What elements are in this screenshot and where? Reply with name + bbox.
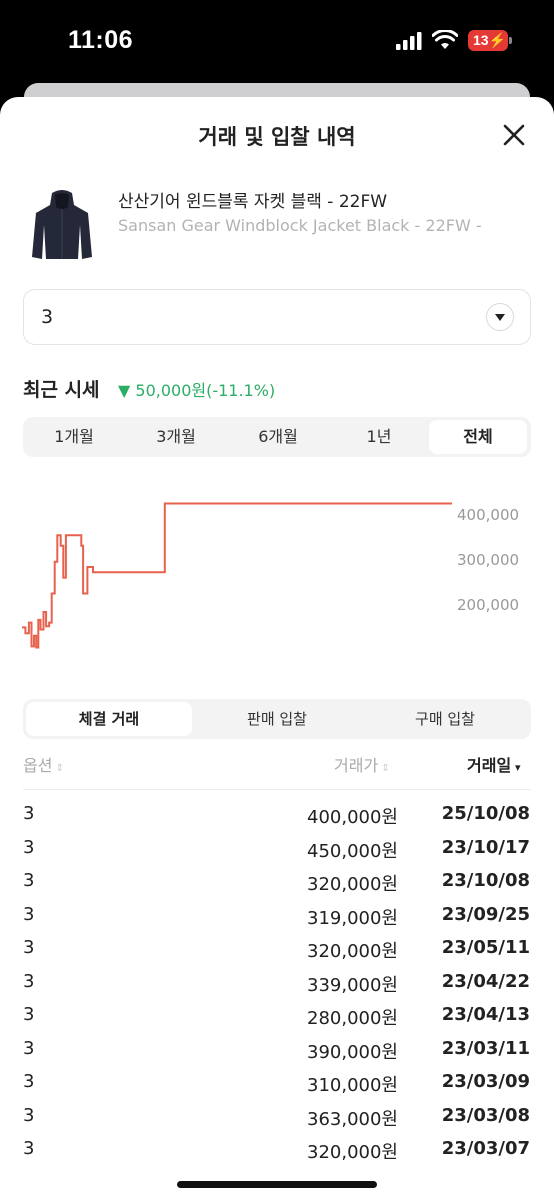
row-price: 280,000원	[307, 1008, 398, 1029]
price-chart: 400,000 300,000 200,000	[22, 502, 519, 649]
row-date: 23/03/11	[441, 1037, 530, 1059]
row-price: 390,000원	[307, 1041, 398, 1063]
y-tick-label: 200,000	[457, 596, 519, 614]
tab-concluded-trades[interactable]: 체결 거래	[26, 702, 192, 736]
period-tab-1m[interactable]: 1개월	[23, 417, 125, 457]
row-price: 450,000원	[307, 840, 398, 862]
row-option: 3	[23, 1071, 35, 1092]
row-date: 23/03/08	[441, 1104, 530, 1126]
row-price: 400,000원	[307, 807, 398, 828]
row-date: 23/03/09	[441, 1071, 530, 1092]
row-price: 363,000원	[307, 1108, 398, 1130]
sheet-title: 거래 및 입찰 내역	[198, 125, 356, 149]
row-price: 319,000원	[307, 907, 398, 929]
sort-desc-icon: ▾	[511, 761, 521, 774]
period-tab-1y[interactable]: 1년	[329, 417, 429, 457]
table-row: 3 339,000원 23/04/22	[0, 965, 554, 999]
row-date: 23/03/07	[441, 1138, 530, 1159]
row-option: 3	[23, 870, 35, 891]
row-date: 23/10/17	[441, 836, 530, 858]
row-date: 23/04/22	[441, 970, 530, 992]
recent-price-change: ▼ 50,000원(-11.1%)	[118, 381, 276, 400]
row-date: 23/09/25	[441, 903, 530, 925]
column-header-date[interactable]: 거래일 ▾	[467, 752, 521, 776]
cellular-signal-icon	[396, 32, 422, 50]
table-row: 3 319,000원 23/09/25	[0, 898, 554, 932]
table-row: 3 390,000원 23/03/11	[0, 1032, 554, 1066]
row-price: 320,000원	[307, 874, 398, 895]
y-tick-label: 400,000	[457, 506, 519, 524]
table-row: 3 310,000원 23/03/09	[0, 1065, 554, 1099]
table-row: 3 363,000원 23/03/08	[0, 1099, 554, 1133]
row-option: 3	[23, 937, 35, 958]
battery-tip	[509, 37, 512, 44]
row-option: 3	[23, 803, 35, 824]
row-price: 320,000원	[307, 941, 398, 962]
product-name-korean: 산산기어 윈드블록 자켓 블랙 - 22FW	[118, 192, 388, 212]
dropdown-arrow-icon[interactable]	[486, 303, 514, 331]
period-tab-6m[interactable]: 6개월	[227, 417, 329, 457]
trade-history-sheet: 거래 및 입찰 내역 산산기어 윈드블록 자켓 블랙 - 22FW Sansan…	[0, 97, 554, 1200]
wifi-icon	[432, 30, 458, 49]
period-tab-all[interactable]: 전체	[429, 420, 527, 454]
row-date: 23/05/11	[441, 937, 530, 958]
table-row: 3 400,000원 25/10/08	[0, 797, 554, 831]
home-indicator[interactable]	[177, 1181, 377, 1188]
table-row: 3 320,000원 23/10/08	[0, 864, 554, 898]
period-tab-3m[interactable]: 3개월	[125, 417, 227, 457]
table-row: 3 320,000원 23/05/11	[0, 931, 554, 965]
tab-sell-bids[interactable]: 판매 입찰	[192, 699, 362, 739]
row-option: 3	[23, 1037, 35, 1059]
size-select[interactable]: 3	[23, 289, 531, 345]
column-header-date-label: 거래일	[467, 756, 512, 775]
row-date: 23/10/08	[441, 870, 530, 891]
trade-tabs: 체결 거래 판매 입찰 구매 입찰	[23, 699, 531, 739]
row-date: 25/10/08	[441, 803, 530, 824]
close-icon[interactable]	[500, 121, 528, 149]
battery-level: 13	[473, 32, 489, 48]
row-price: 310,000원	[307, 1075, 398, 1096]
table-row: 3 280,000원 23/04/13	[0, 998, 554, 1032]
table-row: 3 450,000원 23/10/17	[0, 831, 554, 865]
row-option: 3	[23, 1138, 35, 1159]
row-option: 3	[23, 836, 35, 858]
product-name-english: Sansan Gear Windblock Jacket Black - 22F…	[118, 216, 482, 235]
trade-list: 3 400,000원 25/10/08 3 450,000원 23/10/17 3 320,0…	[0, 797, 554, 1166]
column-header-option-label: 옵션	[23, 756, 53, 775]
row-option: 3	[23, 903, 35, 925]
recent-price-label: 최근 시세	[23, 379, 100, 401]
sort-icon: ⇕	[378, 763, 390, 774]
product-image	[32, 190, 92, 259]
row-option: 3	[23, 1004, 35, 1025]
row-price: 339,000원	[307, 974, 398, 996]
table-row: 3 320,000원 23/03/07	[0, 1132, 554, 1166]
tab-buy-bids[interactable]: 구매 입찰	[362, 699, 528, 739]
status-bar: 11:06 13⚡	[0, 0, 554, 82]
column-header-price-label: 거래가	[334, 756, 379, 775]
row-option: 3	[23, 970, 35, 992]
period-tabs: 1개월 3개월 6개월 1년 전체	[23, 417, 531, 457]
column-header-price[interactable]: 거래가 ⇕	[334, 752, 390, 776]
row-option: 3	[23, 1104, 35, 1126]
header-divider	[23, 789, 531, 790]
column-header-option[interactable]: 옵션 ⇕	[23, 752, 64, 776]
battery-indicator: 13⚡	[468, 30, 508, 51]
row-date: 23/04/13	[441, 1004, 530, 1025]
y-tick-label: 300,000	[457, 551, 519, 569]
price-line	[22, 502, 452, 649]
row-price: 320,000원	[307, 1142, 398, 1163]
size-select-value: 3	[41, 306, 54, 328]
sort-icon: ⇕	[52, 763, 65, 774]
status-time: 11:06	[68, 26, 134, 54]
